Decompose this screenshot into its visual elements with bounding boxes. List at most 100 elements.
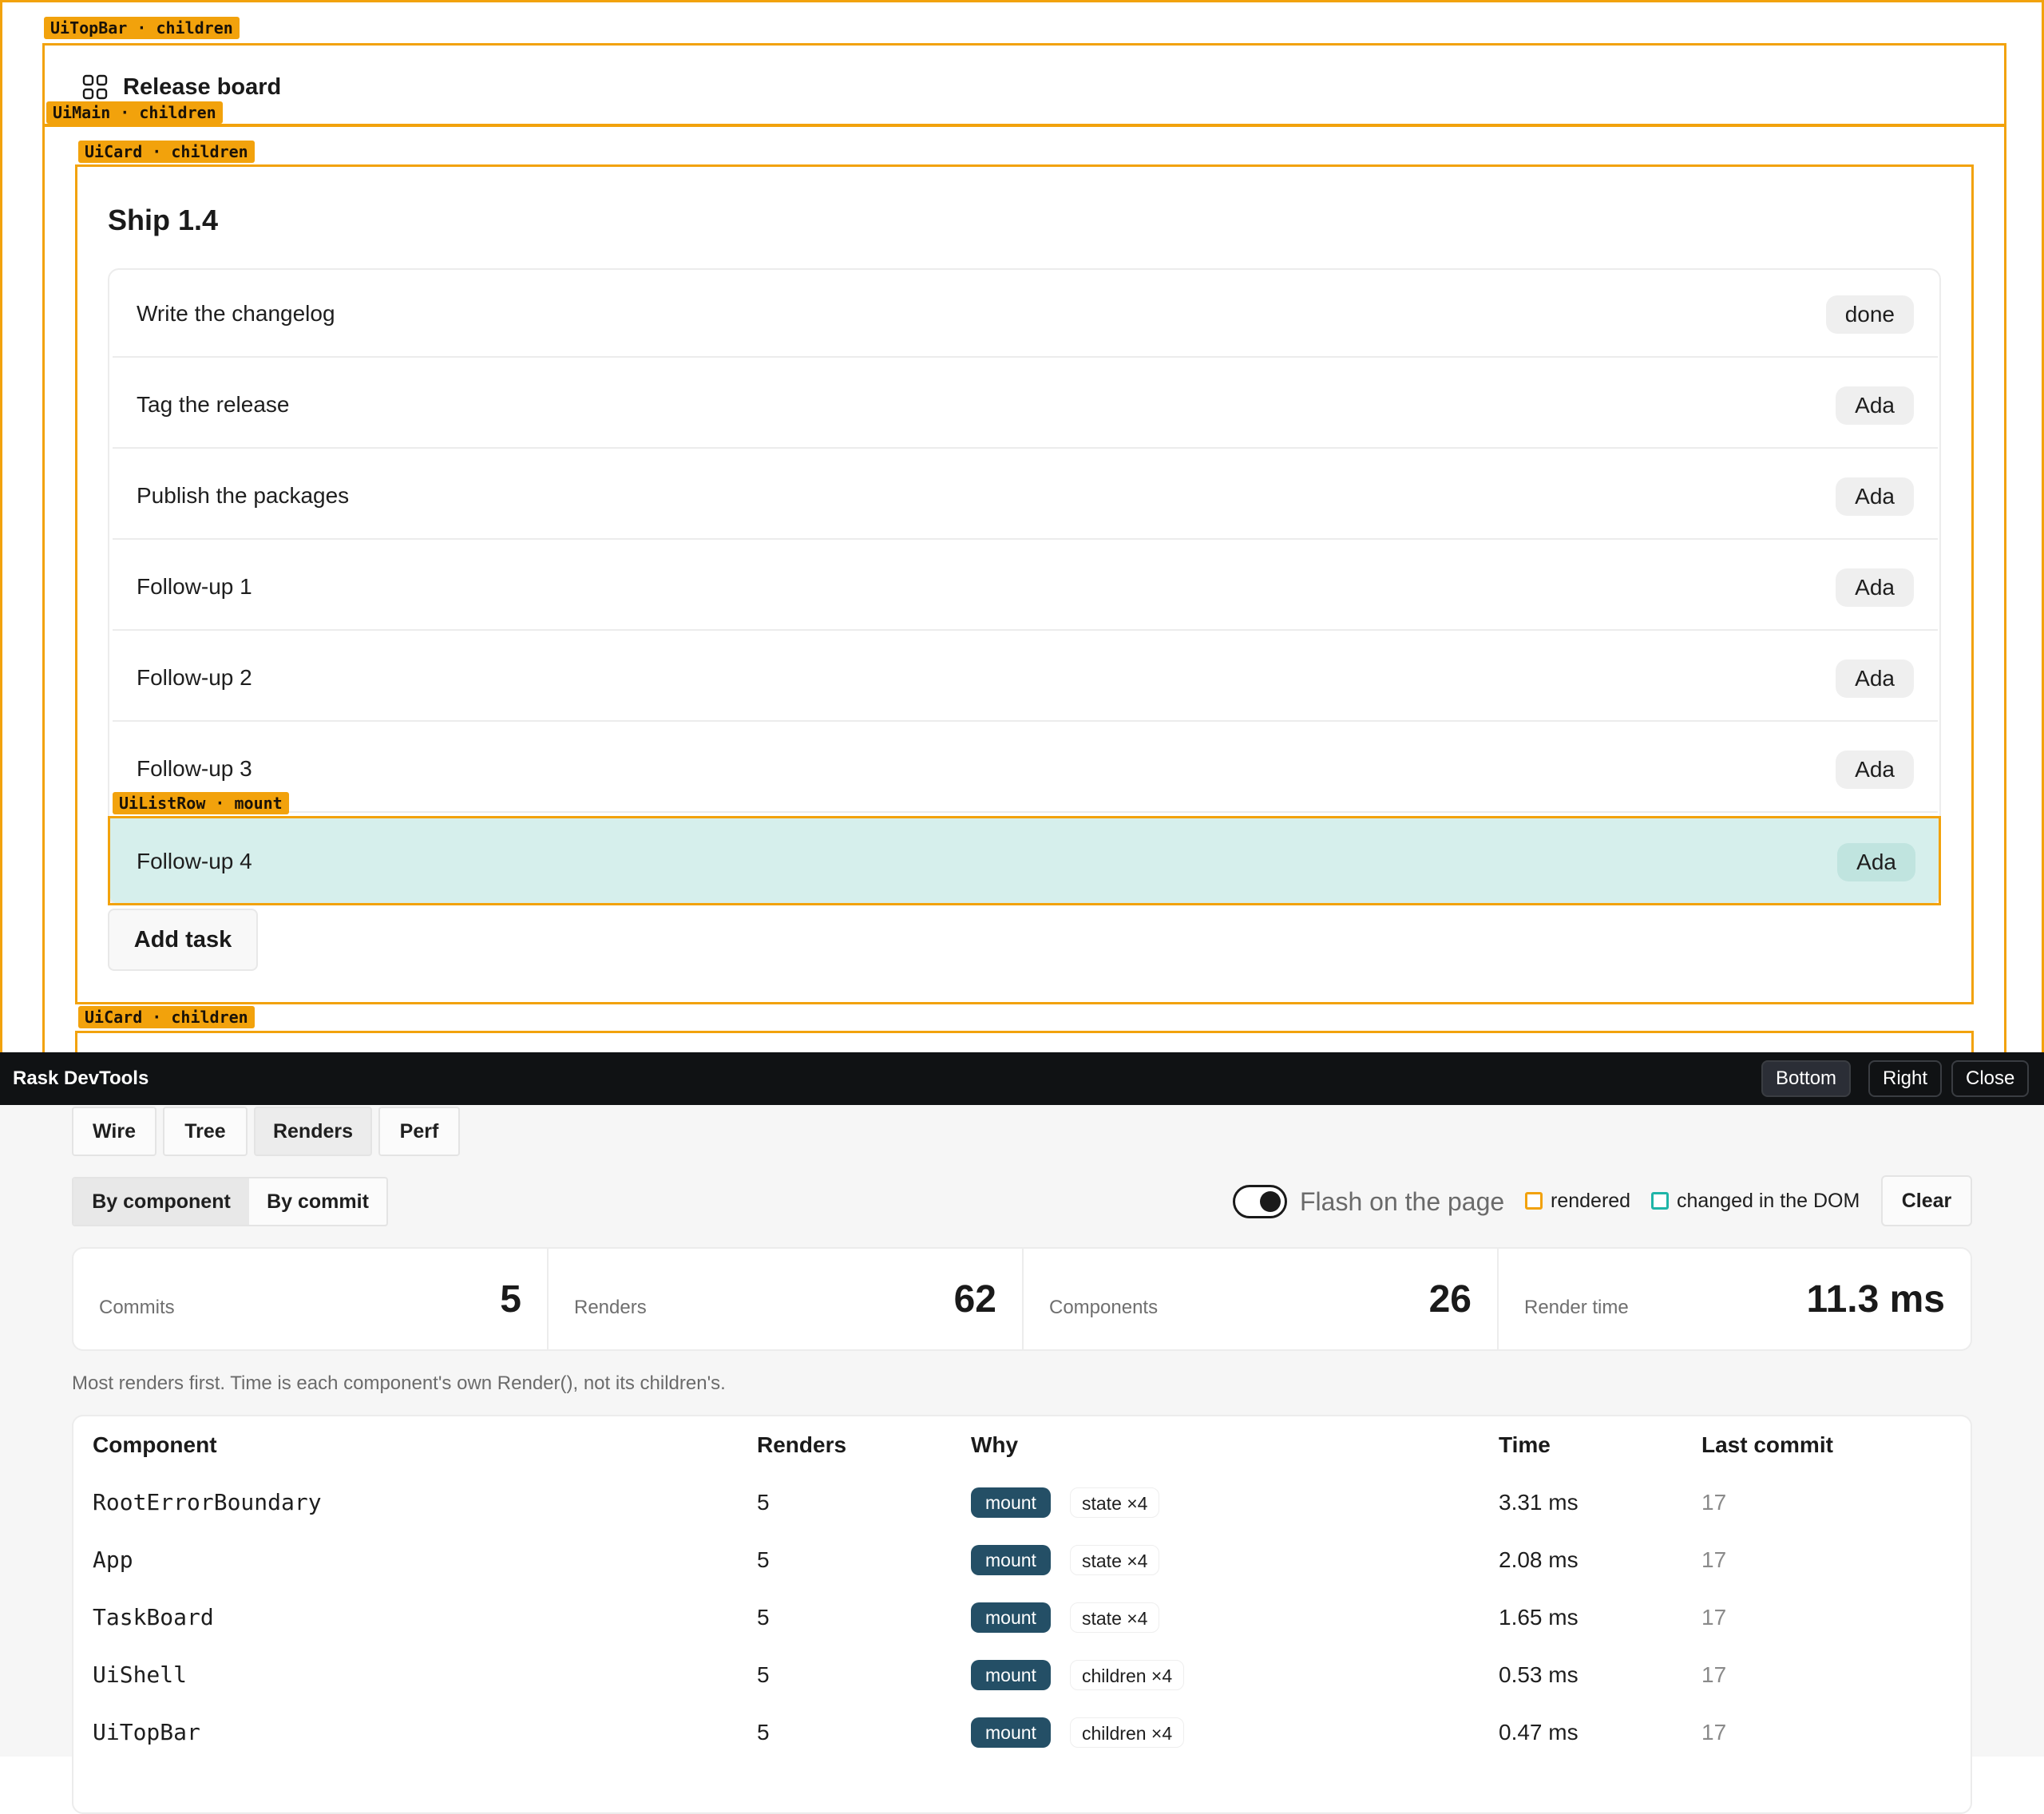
component-name: App [93, 1547, 133, 1573]
stat-label: Renders [574, 1297, 647, 1318]
close-button[interactable]: Close [1951, 1060, 2030, 1097]
column-header-why[interactable]: Why [971, 1429, 1018, 1461]
render-time: 3.31 ms [1499, 1490, 1579, 1515]
stat-value: 62 [953, 1278, 996, 1321]
tab-wire[interactable]: Wire [72, 1107, 156, 1156]
table-row[interactable]: UiShell 5 mount children ×4 0.53 ms 17 [73, 1646, 1971, 1704]
component-name: UiShell [93, 1662, 188, 1688]
changed-legend-swatch [1651, 1192, 1669, 1210]
assignee-badge: Ada [1836, 568, 1914, 607]
tab-renders[interactable]: Renders [254, 1107, 372, 1156]
assignee-badge: Ada [1836, 477, 1914, 516]
stat-value: 11.3 ms [1806, 1278, 1945, 1321]
render-tag-topbar: UiTopBar · children [44, 17, 240, 39]
table-row[interactable]: RootErrorBoundary 5 mount state ×4 3.31 … [73, 1474, 1971, 1531]
render-tag-main: UiMain · children [46, 101, 223, 124]
tab-tree[interactable]: Tree [163, 1107, 248, 1156]
stat-render-time: Render time 11.3 ms [1499, 1249, 1971, 1349]
view-mode-toggle: By component By commit [72, 1177, 388, 1226]
table-row[interactable]: UiTopBar 5 mount children ×4 0.47 ms 17 [73, 1704, 1971, 1761]
column-header-time[interactable]: Time [1499, 1429, 1551, 1461]
second-card [75, 1031, 1974, 1052]
devtools-titlebar: Rask DevTools Bottom Right Close [0, 1052, 2044, 1105]
component-name: UiTopBar [93, 1719, 200, 1745]
render-time: 2.08 ms [1499, 1547, 1579, 1572]
task-row[interactable]: Follow-up 3 Ada [113, 725, 1938, 813]
task-row[interactable]: Publish the packages Ada [113, 452, 1938, 540]
render-time: 0.53 ms [1499, 1662, 1579, 1687]
render-count: 5 [757, 1662, 770, 1687]
stat-label: Render time [1524, 1297, 1629, 1318]
component-name: RootErrorBoundary [93, 1489, 322, 1515]
why-pill-mount: mount [971, 1545, 1051, 1575]
why-pill-mount: mount [971, 1717, 1051, 1748]
why-pill-mount: mount [971, 1660, 1051, 1690]
stat-value: 5 [500, 1278, 521, 1321]
card-title: Ship 1.4 [108, 204, 219, 236]
task-label: Publish the packages [137, 483, 350, 508]
component-name: TaskBoard [93, 1604, 214, 1630]
app-viewport: UiTopBar · children Release board UiMain… [0, 0, 2044, 1052]
stats-summary: Commits 5 Renders 62 Components 26 Rende… [72, 1247, 1972, 1351]
task-label: Follow-up 2 [137, 665, 252, 690]
mount-highlight [108, 816, 1941, 905]
task-row[interactable]: Write the changelog done [113, 270, 1938, 358]
render-tag-listrow: UiListRow · mount [113, 792, 289, 814]
tab-perf[interactable]: Perf [378, 1107, 460, 1156]
render-time: 1.65 ms [1499, 1605, 1579, 1630]
status-badge: done [1825, 295, 1914, 334]
why-pill-mount: mount [971, 1487, 1051, 1518]
column-header-component[interactable]: Component [93, 1429, 217, 1461]
flash-toggle[interactable] [1233, 1185, 1287, 1218]
rendered-legend-label: rendered [1551, 1190, 1631, 1212]
task-label: Follow-up 1 [137, 574, 252, 599]
assignee-badge: Ada [1836, 751, 1914, 789]
render-count: 5 [757, 1605, 770, 1630]
render-time: 0.47 ms [1499, 1720, 1579, 1745]
render-tag-card: UiCard · children [78, 141, 255, 163]
task-label: Tag the release [137, 392, 290, 417]
dock-right-button[interactable]: Right [1868, 1060, 1943, 1097]
table-row[interactable]: TaskBoard 5 mount state ×4 1.65 ms 17 [73, 1589, 1971, 1646]
rendered-legend-swatch [1525, 1192, 1543, 1210]
dock-bottom-button[interactable]: Bottom [1761, 1060, 1852, 1097]
why-pill-mount: mount [971, 1602, 1051, 1633]
topbar: Release board [42, 43, 2006, 126]
add-task-button[interactable]: Add task [108, 909, 258, 971]
changed-legend-label: changed in the DOM [1677, 1190, 1860, 1212]
stat-components: Components 26 [1024, 1249, 1499, 1349]
toggle-knob [1260, 1191, 1281, 1212]
column-header-last-commit[interactable]: Last commit [1701, 1429, 1833, 1461]
table-row[interactable]: App 5 mount state ×4 2.08 ms 17 [73, 1531, 1971, 1589]
last-commit: 17 [1701, 1662, 1727, 1687]
stat-renders: Renders 62 [549, 1249, 1024, 1349]
why-pill-reason: children ×4 [1070, 1717, 1185, 1748]
render-count: 5 [757, 1720, 770, 1745]
why-pill-reason: state ×4 [1070, 1545, 1160, 1575]
grid-icon [82, 74, 108, 100]
render-count: 5 [757, 1547, 770, 1572]
clear-button[interactable]: Clear [1881, 1175, 1972, 1226]
assignee-badge: Ada [1836, 386, 1914, 425]
task-list: Write the changelog done Tag the release… [108, 268, 1941, 905]
task-row[interactable]: Follow-up 1 Ada [113, 543, 1938, 631]
last-commit: 17 [1701, 1720, 1727, 1745]
why-pill-reason: children ×4 [1070, 1660, 1185, 1690]
why-pill-reason: state ×4 [1070, 1487, 1160, 1518]
stat-label: Components [1049, 1297, 1159, 1318]
render-count: 5 [757, 1490, 770, 1515]
app-title: Release board [123, 74, 282, 100]
stat-label: Commits [99, 1297, 175, 1318]
renders-note: Most renders first. Time is each compone… [72, 1372, 726, 1394]
stat-commits: Commits 5 [73, 1249, 549, 1349]
column-header-renders[interactable]: Renders [757, 1429, 846, 1461]
task-row[interactable]: Follow-up 2 Ada [113, 634, 1938, 722]
render-tag-card-2: UiCard · children [78, 1006, 255, 1028]
task-row[interactable]: Tag the release Ada [113, 361, 1938, 449]
by-component-button[interactable]: By component [73, 1178, 249, 1225]
flash-label: Flash on the page [1300, 1187, 1505, 1216]
by-commit-button[interactable]: By commit [249, 1178, 386, 1225]
task-label: Write the changelog [137, 301, 335, 326]
last-commit: 17 [1701, 1547, 1727, 1572]
last-commit: 17 [1701, 1605, 1727, 1630]
